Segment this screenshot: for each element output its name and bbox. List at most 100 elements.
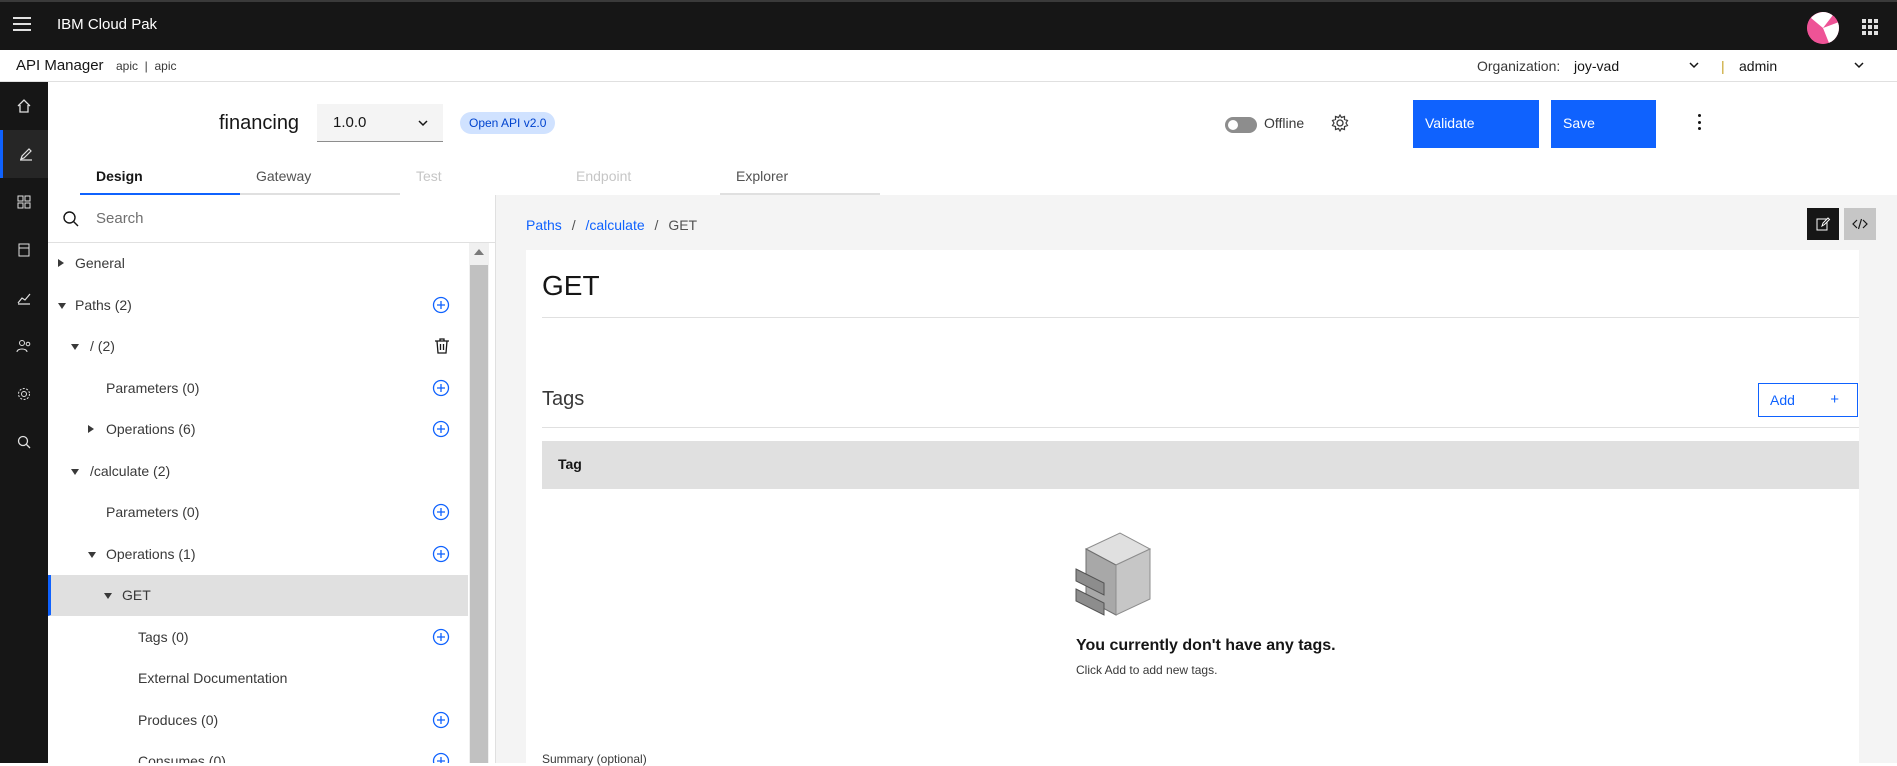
empty-state-description: Click Add to add new tags. [1076, 663, 1218, 677]
tree-item-label: Parameters (0) [106, 504, 200, 520]
version-select[interactable]: 1.0.0 [317, 104, 443, 142]
tree-item-label: Paths (2) [75, 296, 132, 313]
caret-right-icon[interactable] [58, 259, 64, 267]
tree-item[interactable]: Operations (6) [48, 409, 468, 450]
tree-item-label: Produces (0) [138, 711, 219, 728]
nav-users-icon[interactable] [0, 322, 48, 370]
scroll-up-icon[interactable] [474, 249, 484, 255]
tree-item-label: Operations (6) [106, 421, 196, 437]
chevron-down-icon [418, 120, 428, 127]
tree-item-label: Consumes (0) [138, 753, 226, 763]
breadcrumb-path[interactable]: /calculate [585, 217, 644, 233]
tab-design[interactable]: Design [80, 159, 240, 195]
tree-item[interactable]: Paths (2) [48, 285, 468, 326]
validate-button[interactable]: Validate [1413, 100, 1539, 148]
empty-state-title: You currently don't have any tags. [1076, 637, 1336, 654]
caret-down-icon[interactable] [71, 468, 79, 475]
tree-item[interactable]: GET [48, 575, 468, 616]
overflow-menu-icon[interactable] [1698, 114, 1702, 130]
tree-item[interactable]: Produces (0) [48, 700, 468, 741]
tree-item-label: Tags (0) [138, 628, 189, 645]
tree-item-label: /calculate (2) [90, 462, 171, 479]
form-view-button[interactable] [1807, 208, 1839, 240]
nav-search-icon[interactable] [0, 418, 48, 466]
add-icon: + [1830, 391, 1839, 408]
user-select[interactable]: admin [1739, 58, 1777, 74]
add-tag-label: Add [1770, 392, 1795, 408]
tree-item-label: Parameters (0) [106, 379, 200, 396]
tree-item[interactable]: / (2) [48, 326, 468, 367]
tree-item[interactable]: Operations (1) [48, 534, 468, 575]
breadcrumb: Paths / /calculate / GET [526, 217, 697, 233]
gear-icon[interactable] [1330, 113, 1350, 133]
tree-item[interactable]: Tags (0) [48, 617, 468, 658]
add-icon[interactable] [432, 711, 450, 729]
app-title: API Manager [16, 57, 104, 74]
operation-card: GET Tags Add + Tag You currently don't h… [526, 250, 1859, 766]
offline-toggle[interactable] [1225, 117, 1257, 133]
tree-item-label: Operations (1) [106, 545, 196, 562]
top-header: IBM Cloud Pak [0, 0, 1897, 50]
add-icon[interactable] [432, 545, 450, 563]
main-content: Paths / /calculate / GET GET Tags Add + … [496, 195, 1897, 766]
tree-item[interactable]: External Documentation [48, 658, 468, 699]
app-switcher-icon[interactable] [1862, 19, 1878, 35]
caret-down-icon[interactable] [88, 551, 96, 558]
context-bar: API Manager apic | apic Organization: jo… [0, 50, 1897, 82]
caret-down-icon[interactable] [58, 302, 66, 309]
caret-down-icon[interactable] [104, 593, 112, 599]
source-view-button[interactable] [1844, 208, 1876, 240]
organization-label: Organization: [1477, 58, 1561, 74]
add-icon[interactable] [432, 752, 450, 763]
tree-item[interactable]: Consumes (0) [48, 741, 468, 763]
tree-item[interactable]: Parameters (0) [48, 492, 468, 533]
product-name[interactable]: IBM Cloud Pak [57, 16, 157, 33]
tab-test: Test [416, 168, 442, 184]
separator: | [1721, 58, 1725, 74]
tab-gateway[interactable]: Gateway [240, 159, 400, 195]
empty-state-illustration [1075, 532, 1152, 616]
tree-item[interactable]: Parameters (0) [48, 368, 468, 409]
version-value: 1.0.0 [333, 114, 367, 131]
nav-settings-icon[interactable] [0, 370, 48, 418]
tab-explorer[interactable]: Explorer [720, 159, 880, 195]
add-tag-button[interactable]: Add + [1758, 383, 1858, 417]
save-button[interactable]: Save [1551, 100, 1656, 148]
nav-catalog-icon[interactable] [0, 226, 48, 274]
tree-scrollbar[interactable] [469, 243, 489, 763]
scrollbar-thumb[interactable] [470, 265, 488, 763]
hamburger-menu-icon[interactable] [13, 17, 31, 31]
api-header: financing 1.0.0 Open API v2.0 Offline Va… [48, 82, 1897, 195]
nav-develop-icon[interactable] [0, 130, 48, 178]
search-input[interactable]: Search [96, 210, 144, 227]
divider [542, 427, 1859, 428]
caret-down-icon[interactable] [71, 344, 79, 350]
chevron-down-icon[interactable] [1853, 59, 1865, 71]
spec-version-tag: Open API v2.0 [460, 112, 556, 134]
nav-home-icon[interactable] [0, 82, 48, 130]
tree-item-label: / (2) [90, 338, 115, 354]
tree-search[interactable]: Search [48, 195, 495, 243]
add-icon[interactable] [432, 503, 450, 521]
nav-analytics-icon[interactable] [0, 274, 48, 322]
add-icon[interactable] [432, 379, 450, 397]
caret-right-icon[interactable] [88, 425, 94, 433]
add-icon[interactable] [432, 628, 450, 646]
breadcrumb-separator: / [654, 217, 659, 233]
breadcrumb-paths[interactable]: Paths [526, 217, 562, 233]
organization-select[interactable]: joy-vad [1574, 58, 1619, 74]
breadcrumb-current: GET [668, 217, 698, 233]
trash-icon[interactable] [434, 337, 450, 355]
side-navigation [0, 82, 48, 763]
user-avatar[interactable] [1807, 12, 1839, 44]
add-icon[interactable] [432, 420, 450, 438]
tags-table-header: Tag [542, 441, 1859, 489]
tree-item[interactable]: /calculate (2) [48, 451, 468, 492]
edit-icon [1816, 217, 1831, 231]
nav-apps-icon[interactable] [0, 178, 48, 226]
breadcrumb-separator: / [571, 217, 576, 233]
chevron-down-icon[interactable] [1688, 59, 1700, 71]
code-icon [1852, 218, 1868, 230]
tree-item[interactable]: General [48, 243, 468, 284]
add-icon[interactable] [432, 296, 450, 314]
